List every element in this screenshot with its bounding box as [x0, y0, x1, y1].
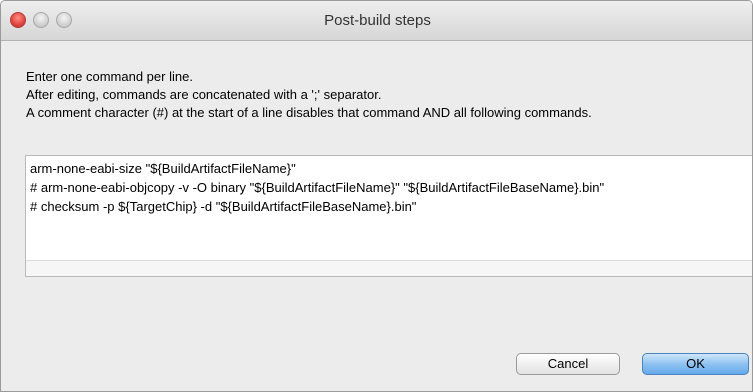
cancel-button[interactable]: Cancel [516, 353, 620, 375]
instructions: Enter one command per line. After editin… [26, 68, 592, 122]
horizontal-scrollbar[interactable] [26, 260, 752, 276]
command-line[interactable]: arm-none-eabi-size "${BuildArtifactFileN… [30, 159, 604, 178]
title-bar: Post-build steps [1, 1, 752, 41]
instruction-line: After editing, commands are concatenated… [26, 87, 382, 102]
window-title: Post-build steps [324, 12, 431, 29]
commands-text-area[interactable]: arm-none-eabi-size "${BuildArtifactFileN… [25, 155, 752, 277]
dialog-window: Post-build steps Enter one command per l… [0, 0, 753, 392]
instruction-line: Enter one command per line. [26, 69, 193, 84]
instruction-line: A comment character (#) at the start of … [26, 105, 592, 120]
command-line[interactable]: # checksum -p ${TargetChip} -d "${BuildA… [30, 197, 604, 216]
ok-button[interactable]: OK [642, 353, 749, 375]
command-line[interactable]: # arm-none-eabi-objcopy -v -O binary "${… [30, 178, 604, 197]
command-lines: arm-none-eabi-size "${BuildArtifactFileN… [30, 159, 604, 216]
